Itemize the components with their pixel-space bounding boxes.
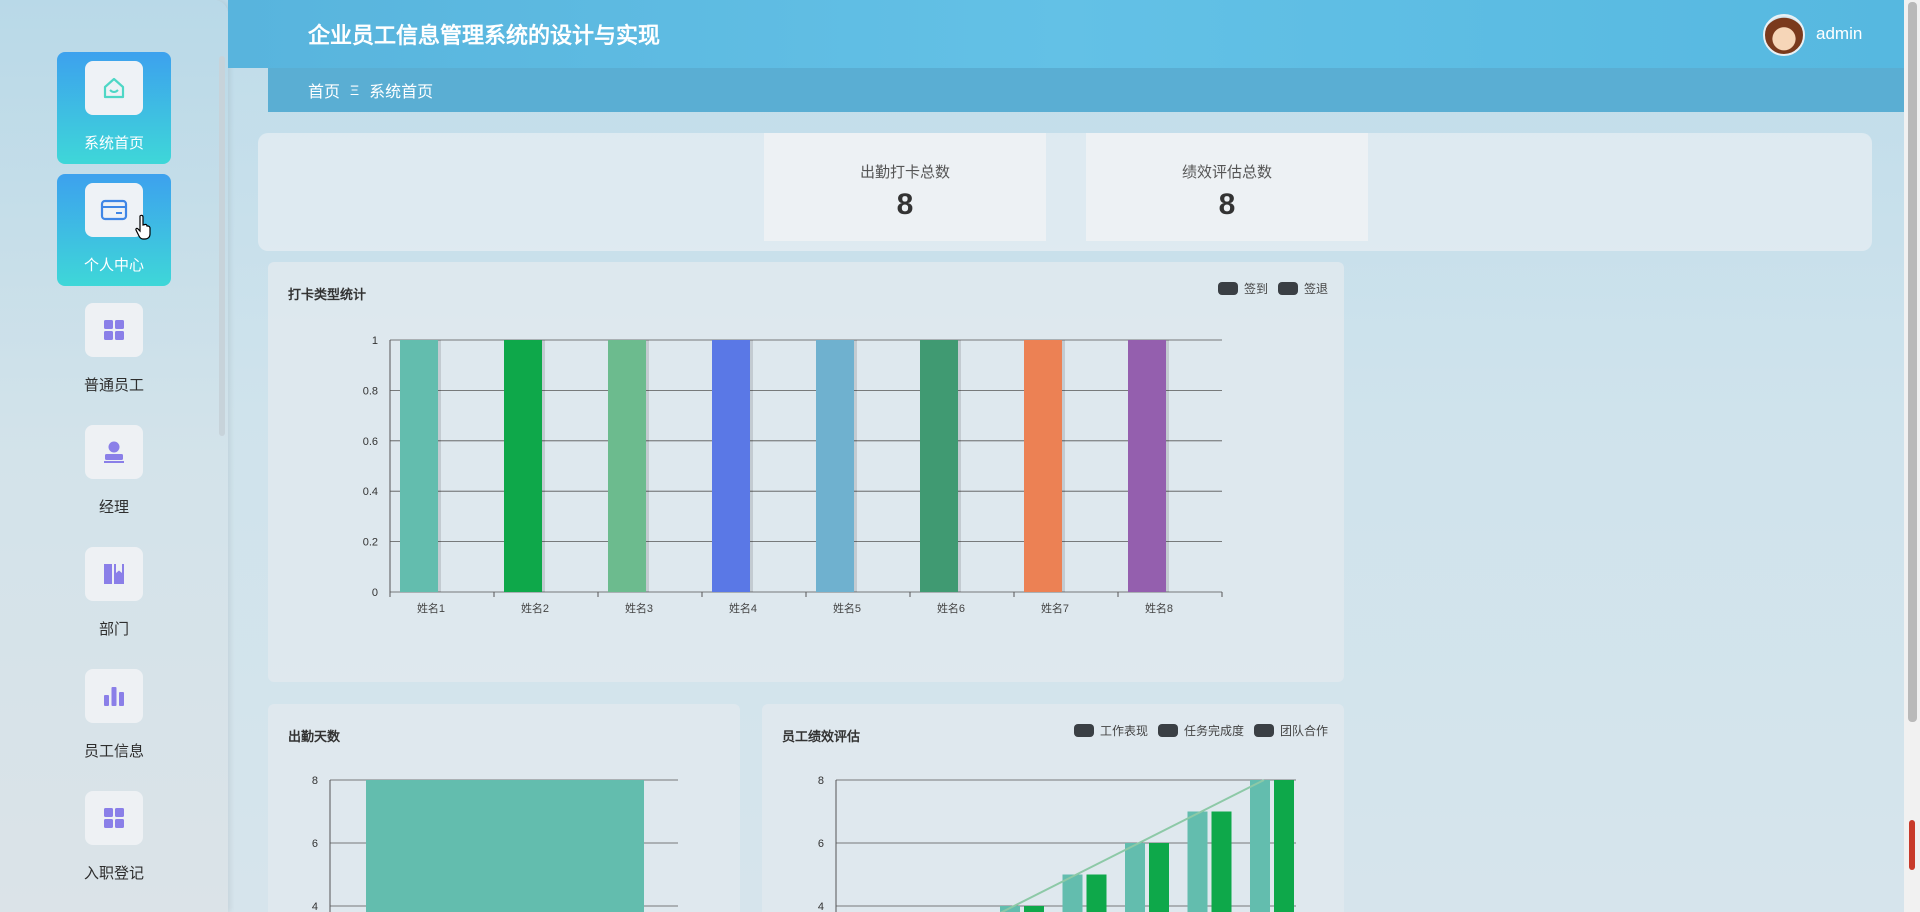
- stat-value: 8: [896, 188, 914, 221]
- y-tick-label: 0.2: [363, 537, 378, 549]
- person-stamp-icon: [85, 425, 143, 479]
- bar: [608, 340, 646, 592]
- grid-icon: [85, 303, 143, 357]
- page-scrollbar-thumb[interactable]: [1908, 2, 1917, 722]
- y-tick-label: 4: [312, 901, 318, 912]
- sidebar: 系统首页 个人中心 普通员工 经理 部门 员工信息 入职登记: [0, 0, 228, 912]
- attendance-days-chart: 8 6 4: [312, 775, 678, 912]
- bar: [366, 780, 644, 912]
- username[interactable]: admin: [1816, 24, 1862, 44]
- bar-series-2: [1149, 843, 1169, 912]
- y-tick-label: 0: [372, 587, 378, 599]
- cursor-icon: [135, 214, 151, 240]
- bar-series-1: [1125, 843, 1145, 912]
- sidebar-item-onboarding[interactable]: 入职登记: [57, 784, 171, 896]
- x-tick-label: 姓名4: [729, 601, 757, 615]
- sidebar-item-label: 普通员工: [83, 377, 144, 394]
- page-scrollbar[interactable]: [1904, 0, 1920, 912]
- y-tick-label: 8: [312, 775, 318, 787]
- performance-chart-panel: 员工绩效评估 工作表现 任务完成度 团队合作 864: [762, 704, 1344, 912]
- stats-panel: 出勤打卡总数 8 绩效评估总数 8: [258, 133, 1872, 251]
- y-tick-label: 0.8: [363, 385, 378, 397]
- y-tick-label: 1: [372, 335, 378, 347]
- stat-card-attendance: 出勤打卡总数 8: [764, 133, 1046, 241]
- bar: [504, 340, 542, 592]
- x-tick-label: 姓名6: [937, 601, 965, 615]
- sidebar-item-personal-center[interactable]: 个人中心: [57, 174, 171, 286]
- sidebar-item-manager[interactable]: 经理: [57, 418, 171, 530]
- bar: [1024, 340, 1062, 592]
- x-tick-label: 姓名7: [1041, 601, 1069, 615]
- x-tick-label: 姓名2: [521, 601, 549, 615]
- sidebar-item-employee-info[interactable]: 员工信息: [57, 662, 171, 774]
- bar: [400, 340, 438, 592]
- book-icon: [85, 547, 143, 601]
- y-tick-label: 0.6: [363, 436, 378, 448]
- app-title: 企业员工信息管理系统的设计与实现: [308, 23, 661, 48]
- sidebar-item-label: 员工信息: [83, 743, 144, 760]
- x-tick-label: 姓名3: [625, 601, 653, 615]
- sidebar-item-label: 个人中心: [83, 257, 144, 274]
- y-tick-label: 4: [818, 901, 824, 912]
- sidebar-item-label: 经理: [98, 499, 129, 516]
- bar-series-2: [1086, 874, 1107, 912]
- punch-type-chart: 0 0.2 0.4 0.6 0.8 1 姓名1 姓名2 姓名3 姓名4 姓名5 姓名6 姓名7 姓名8: [363, 335, 1223, 615]
- attendance-chart-panel: 出勤天数 864: [268, 704, 740, 912]
- bar: [1128, 340, 1166, 592]
- bar: [712, 340, 750, 592]
- bar: [816, 340, 854, 592]
- breadcrumb-home[interactable]: 首页: [308, 78, 340, 102]
- bar-chart-icon: [85, 669, 143, 723]
- bar: [920, 340, 958, 592]
- sidebar-item-employees[interactable]: 普通员工: [57, 296, 171, 408]
- sidebar-item-home[interactable]: 系统首页: [57, 52, 171, 164]
- sidebar-item-department[interactable]: 部门: [57, 540, 171, 652]
- stat-title: 绩效评估总数: [1181, 164, 1272, 181]
- breadcrumb: 首页 Ξ 系统首页: [268, 68, 1904, 112]
- top-header: 企业员工信息管理系统的设计与实现 admin: [228, 0, 1904, 68]
- performance-chart: 8 6 4: [818, 775, 1296, 912]
- y-tick-label: 6: [818, 838, 824, 850]
- bar-series-2: [1211, 811, 1232, 912]
- bar-series-2: [1274, 780, 1294, 912]
- x-tick-label: 姓名8: [1145, 601, 1173, 615]
- x-tick-label: 姓名5: [833, 601, 861, 615]
- sidebar-item-label: 部门: [98, 621, 129, 638]
- sidebar-item-label: 入职登记: [83, 865, 144, 882]
- breadcrumb-separator: Ξ: [350, 82, 360, 98]
- sidebar-scrollbar[interactable]: [219, 56, 225, 436]
- stat-title: 出勤打卡总数: [859, 164, 950, 181]
- breadcrumb-current: 系统首页: [369, 84, 434, 101]
- bar-series-2: [1024, 906, 1044, 912]
- y-tick-label: 6: [312, 838, 318, 850]
- y-tick-label: 8: [818, 775, 824, 787]
- bar-series-1: [1187, 811, 1208, 912]
- y-tick-label: 0.4: [363, 486, 378, 498]
- stat-value: 8: [1218, 188, 1236, 221]
- sidebar-item-label: 系统首页: [83, 135, 144, 152]
- x-tick-label: 姓名1: [417, 601, 445, 615]
- avatar[interactable]: [1763, 14, 1805, 56]
- thermometer-icon: [1909, 820, 1915, 870]
- stat-card-performance: 绩效评估总数 8: [1086, 133, 1368, 241]
- bar-series-1: [1250, 780, 1270, 912]
- grid-icon: [85, 791, 143, 845]
- punch-chart-panel: 打卡类型统计 签到 签退 0 0.2 0.4 0.6 0.8 1 姓名1 姓名2 姓名3 姓名4 姓…: [268, 262, 1344, 682]
- home-icon: [85, 61, 143, 115]
